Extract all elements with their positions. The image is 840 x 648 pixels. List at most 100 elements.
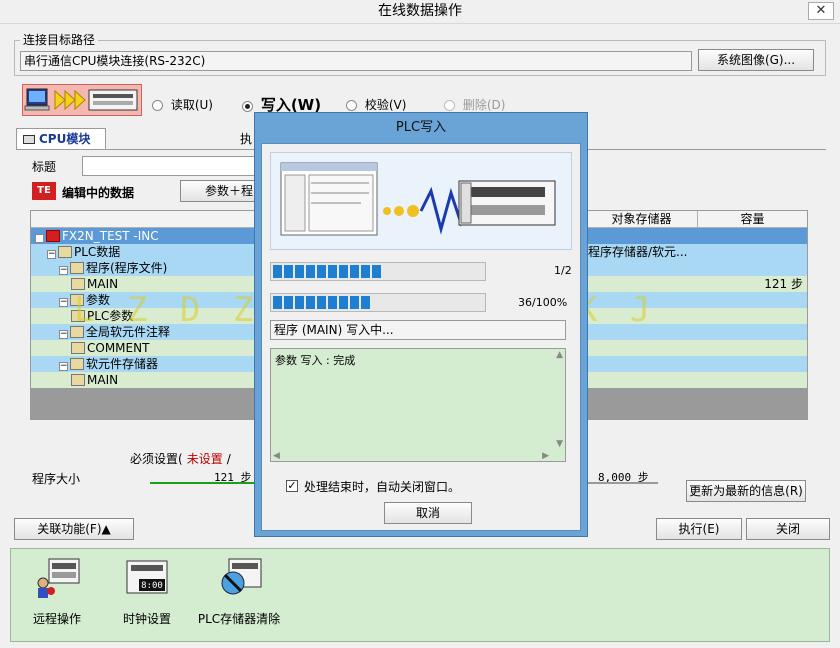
execute-button[interactable]: 执行(E) [656, 518, 742, 540]
memory-clear-icon [221, 558, 262, 595]
clock-screen-text: 8:00 [141, 581, 163, 591]
window-close-button[interactable]: ✕ [808, 2, 834, 20]
tree-row-memory: 程序存储器/软元... [588, 245, 688, 259]
progress-segment [295, 296, 304, 309]
tree-row-label: FX2N_TEST -INC [62, 229, 159, 243]
delete-radio-dot[interactable] [444, 100, 455, 111]
update-info-button[interactable]: 更新为最新的信息(R) [686, 480, 806, 502]
write-radio-dot[interactable] [242, 101, 253, 112]
progress-segment [306, 265, 315, 278]
read-radio-dot[interactable] [152, 100, 163, 111]
tree-row-label: MAIN [87, 373, 119, 387]
tab-cpu-module[interactable]: CPU模块 [16, 128, 106, 150]
overall-progress-text: 1/2 [554, 264, 572, 277]
plc-icon [46, 230, 60, 242]
tab-cpu-module-label: CPU模块 [39, 132, 91, 146]
system-image-button[interactable]: 系统图像(G)... [698, 49, 814, 71]
progress-segment [317, 265, 326, 278]
collapse-icon[interactable]: − [59, 266, 68, 275]
collapse-icon[interactable]: − [59, 362, 68, 371]
auto-close-label: 处理结束时，自动关闭窗口。 [304, 480, 461, 494]
progress-segment [284, 265, 293, 278]
remote-operation-tool[interactable]: 远程操作 [27, 555, 87, 631]
delete-radio-label: 删除(D) [462, 98, 506, 112]
progress-segment [295, 265, 304, 278]
plc-memory-clear-label: PLC存储器清除 [197, 612, 281, 626]
write-mode-icon [22, 84, 142, 116]
file-icon [71, 278, 85, 290]
editing-data-icon: TE [32, 182, 56, 200]
progress-segment [361, 296, 370, 309]
progress-segment [306, 296, 315, 309]
progress-segment [372, 265, 381, 278]
required-setting-value: 未设置 [186, 452, 223, 466]
progress-segment [350, 296, 359, 309]
log-scroll-left-icon[interactable]: ◀ [273, 451, 280, 461]
required-setting-suffix: / [226, 452, 231, 466]
log-scroll-right-icon[interactable]: ▶ [542, 451, 549, 461]
item-progress-bar [270, 293, 486, 312]
log-scroll-down-icon[interactable]: ▼ [556, 439, 563, 449]
program-size-bar [150, 482, 254, 484]
progress-segment [350, 265, 359, 278]
collapse-icon[interactable]: − [47, 250, 56, 259]
dialog-body: 1/2 36/100% 程序 (MAIN) 写入中... 参数 写入 : 完成 … [261, 143, 581, 531]
read-radio[interactable]: 读取(U) [152, 96, 213, 113]
title-label: 标题 [32, 160, 57, 174]
column-capacity[interactable]: 容量 [698, 211, 807, 227]
tree-row-capacity: 121 步 [764, 277, 803, 291]
plc-write-dialog: PLC写入 1/2 36/100% 程序 (MAIN) 写入中... 参数 写入… [254, 112, 588, 537]
progress-segment [284, 296, 293, 309]
verify-radio[interactable]: 校验(V) [346, 96, 406, 113]
dialog-cancel-button[interactable]: 取消 [384, 502, 472, 524]
file-icon [71, 342, 85, 354]
dialog-log-text: 参数 写入 : 完成 [275, 354, 356, 367]
progress-segment [339, 296, 348, 309]
related-functions-button[interactable]: 关联功能(F)▲ [14, 518, 134, 540]
file-icon [71, 374, 85, 386]
editing-data-label: 编辑中的数据 [62, 186, 135, 200]
verify-radio-label: 校验(V) [364, 98, 407, 112]
param-program-button[interactable]: 参数＋程 [180, 180, 258, 202]
program-size-label: 程序大小 [32, 472, 81, 486]
transfer-illustration [270, 152, 572, 250]
connection-group-label: 连接目标路径 [20, 31, 99, 48]
clock-setting-tool[interactable]: 8:00 时钟设置 [117, 555, 177, 631]
collapse-icon[interactable]: − [59, 330, 68, 339]
folder-icon [70, 358, 84, 370]
clock-setting-icon: 8:00 [126, 560, 168, 594]
log-scroll-up-icon[interactable]: ▲ [556, 350, 563, 360]
folder-icon [70, 262, 84, 274]
clock-setting-label: 时钟设置 [122, 612, 171, 626]
required-setting: 必须设置(未设置 / [130, 450, 231, 467]
collapse-icon[interactable]: − [35, 234, 44, 243]
tree-row-label: 软元件存储器 [86, 357, 159, 371]
required-setting-label: 必须设置( [130, 452, 183, 466]
dialog-log[interactable]: 参数 写入 : 完成 ▲ ▼ ◀ ▶ [270, 348, 566, 462]
remote-operation-icon [37, 558, 80, 598]
close-button[interactable]: 关闭 [746, 518, 830, 540]
column-target-memory[interactable]: 对象存储器 [586, 211, 698, 227]
collapse-icon[interactable]: − [59, 298, 68, 307]
title-field[interactable] [82, 156, 258, 176]
read-radio-label: 读取(U) [170, 98, 213, 112]
related-functions-panel: 远程操作 8:00 时钟设置 PLC存储器清除 [10, 548, 830, 642]
remote-operation-label: 远程操作 [32, 612, 81, 626]
progress-segment [328, 296, 337, 309]
connection-path-field: 串行通信CPU模块连接(RS-232C) [20, 51, 692, 71]
progress-segment [328, 265, 337, 278]
folder-icon [58, 246, 72, 258]
tab-partial-label: 执 [240, 132, 253, 146]
tree-row-label: COMMENT [87, 341, 150, 355]
auto-close-checkbox[interactable]: ✓ [286, 480, 298, 492]
item-progress-text: 36/100% [518, 296, 568, 309]
progress-segment [273, 296, 282, 309]
cpu-module-icon [23, 135, 35, 144]
tree-row-label: MAIN [87, 277, 119, 291]
delete-radio[interactable]: 删除(D) [444, 96, 505, 113]
progress-segment [361, 265, 370, 278]
dialog-title: PLC写入 [395, 120, 447, 135]
plc-memory-clear-tool[interactable]: PLC存储器清除 [197, 555, 281, 631]
verify-radio-dot[interactable] [346, 100, 357, 111]
tree-row-label: 程序(程序文件) [86, 261, 168, 275]
